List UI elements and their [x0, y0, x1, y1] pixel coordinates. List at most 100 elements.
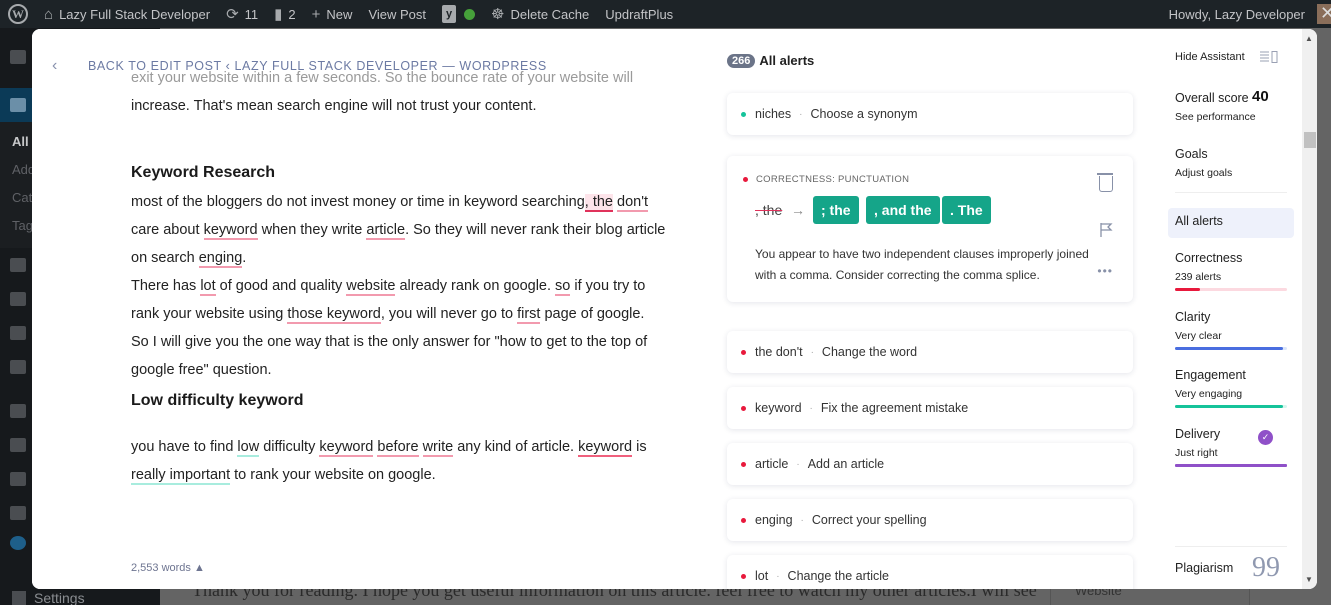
updraftplus-link[interactable]: UpdraftPlus: [597, 0, 681, 28]
divider: [1175, 546, 1287, 547]
category-status: Very clear: [1175, 330, 1222, 342]
grammarly-editor-modal: ‹ BACK TO EDIT POST ‹ LAZY FULL STACK DE…: [32, 29, 1317, 589]
alert-card[interactable]: the don't · Change the word: [727, 331, 1133, 373]
overall-score-label[interactable]: Overall score: [1175, 91, 1249, 105]
issue-underline[interactable]: keyword: [578, 439, 633, 457]
alert-card[interactable]: article · Add an article: [727, 443, 1133, 485]
sidebar-toggle-icon[interactable]: [1260, 51, 1278, 63]
category-status: 239 alerts: [1175, 271, 1222, 283]
updates-link[interactable]: ⟳ 11: [218, 0, 266, 28]
issue-underline[interactable]: first: [517, 306, 541, 324]
scroll-down-icon[interactable]: ▼: [1305, 575, 1313, 584]
alert-card[interactable]: niches · Choose a synonym: [727, 93, 1133, 135]
category-status: Just right: [1175, 447, 1218, 459]
goals-label[interactable]: Goals: [1175, 147, 1208, 161]
arrow-right-icon: →: [791, 202, 805, 218]
word-count-toggle[interactable]: 2,553 words ▲: [131, 562, 205, 574]
comments-icon[interactable]: [10, 326, 26, 340]
highlighted-issue[interactable]: , the: [584, 194, 613, 212]
all-alerts-tab[interactable]: All alerts: [1168, 208, 1294, 238]
overall-score-value: 40: [1252, 88, 1269, 105]
more-options-icon[interactable]: •••: [1097, 264, 1113, 278]
plagiarism-button[interactable]: Plagiarism: [1175, 561, 1233, 575]
text-editor[interactable]: ‹ BACK TO EDIT POST ‹ LAZY FULL STACK DE…: [32, 29, 702, 589]
trash-icon[interactable]: [1097, 173, 1113, 192]
wp-admin-bar: W ⌂ Lazy Full Stack Developer ⟳ 11 ▮ 2 + New…: [0, 0, 1331, 28]
tools-icon[interactable]: [10, 506, 26, 520]
refresh-icon: ⟳: [226, 5, 239, 23]
new-content-link[interactable]: + New: [304, 0, 361, 28]
issue-underline[interactable]: keyword: [203, 222, 258, 240]
alert-card[interactable]: keyword · Fix the agreement mistake: [727, 387, 1133, 429]
home-icon: ⌂: [44, 5, 54, 23]
original-text: , the: [755, 202, 783, 218]
issue-underline[interactable]: write: [422, 439, 454, 457]
alerts-header: 266 All alerts: [727, 53, 814, 68]
suggestion-button[interactable]: ; the: [813, 196, 859, 224]
cheetah-icon: ☸: [491, 5, 505, 23]
category-clarity[interactable]: Clarity: [1175, 310, 1210, 324]
checkmark-icon: ✓: [1258, 430, 1273, 445]
plugins-icon[interactable]: [10, 438, 26, 452]
issue-underline[interactable]: before: [377, 439, 419, 457]
users-icon[interactable]: [10, 472, 26, 486]
issue-underline[interactable]: low: [237, 439, 260, 457]
category-correctness[interactable]: Correctness: [1175, 251, 1242, 265]
document-body[interactable]: exit your website within a few seconds. …: [131, 67, 671, 489]
alert-dot-icon: [741, 405, 746, 411]
wordpress-logo-icon: W: [8, 4, 28, 24]
issue-underline[interactable]: really important: [131, 467, 231, 485]
alert-dot-icon: [741, 349, 746, 355]
close-icon[interactable]: ✕: [1320, 4, 1331, 22]
wp-logo-menu[interactable]: W: [0, 0, 36, 28]
submenu-categories[interactable]: Cat: [12, 190, 32, 205]
scroll-up-icon[interactable]: ▲: [1305, 34, 1313, 43]
category-progress-bar: [1175, 347, 1287, 350]
media-icon[interactable]: [10, 258, 26, 272]
divider: [1175, 192, 1287, 193]
comment-icon: ▮: [274, 5, 283, 23]
issue-underline[interactable]: article: [366, 222, 406, 240]
submenu-tags[interactable]: Tag: [12, 218, 33, 233]
delete-cache-link[interactable]: ☸ Delete Cache: [483, 0, 597, 28]
issue-underline[interactable]: keyword: [319, 439, 374, 457]
dashboard-icon[interactable]: [10, 50, 26, 64]
submenu-all[interactable]: All: [12, 134, 29, 149]
pages-icon[interactable]: [10, 292, 26, 306]
alerts-count-badge: 266: [727, 53, 756, 68]
sidebar-item-settings[interactable]: Settings: [12, 590, 85, 605]
see-performance-link[interactable]: See performance: [1175, 111, 1256, 123]
flag-icon[interactable]: [1099, 222, 1113, 238]
adjust-goals-link[interactable]: Adjust goals: [1175, 167, 1232, 179]
scrollbar-thumb[interactable]: [1304, 132, 1316, 148]
issue-underline[interactable]: don't: [617, 194, 649, 212]
hide-assistant-button[interactable]: Hide Assistant: [1175, 51, 1245, 63]
alert-category: CORRECTNESS: PUNCTUATION: [743, 174, 909, 185]
category-delivery[interactable]: Delivery: [1175, 427, 1220, 441]
view-post-link[interactable]: View Post: [360, 0, 434, 28]
alert-card[interactable]: enging · Correct your spelling: [727, 499, 1133, 541]
site-name-link[interactable]: ⌂ Lazy Full Stack Developer: [36, 0, 218, 28]
comments-link[interactable]: ▮ 2: [266, 0, 304, 28]
modal-scrollbar[interactable]: ▲ ▼: [1302, 29, 1317, 589]
issue-underline[interactable]: those keyword: [287, 306, 381, 324]
suggestion-button[interactable]: , and the: [866, 196, 940, 224]
suggestion-button[interactable]: . The: [942, 196, 991, 224]
issue-underline[interactable]: so: [555, 278, 571, 296]
expanded-alert-card[interactable]: CORRECTNESS: PUNCTUATION , the → ; the ,…: [727, 156, 1133, 302]
issue-underline[interactable]: website: [346, 278, 396, 296]
alert-card[interactable]: lot · Change the article: [727, 555, 1133, 589]
mail-icon[interactable]: [10, 360, 26, 374]
alert-dot-icon: [741, 111, 746, 117]
yoast-menu[interactable]: y: [434, 0, 483, 28]
paragraph-1: most of the bloggers do not invest money…: [131, 194, 666, 268]
pin-icon: [10, 98, 26, 112]
assistant-panel: Hide Assistant Overall score 40 See perf…: [1162, 29, 1302, 589]
category-engagement[interactable]: Engagement: [1175, 368, 1246, 382]
paragraph-faded: exit your website within a few seconds. …: [131, 70, 634, 86]
issue-underline[interactable]: lot: [200, 278, 216, 296]
issue-underline[interactable]: enging: [198, 250, 243, 268]
appearance-icon[interactable]: [10, 404, 26, 418]
account-menu[interactable]: Howdy, Lazy Developer: [1161, 0, 1331, 28]
sync-icon[interactable]: [10, 536, 26, 550]
